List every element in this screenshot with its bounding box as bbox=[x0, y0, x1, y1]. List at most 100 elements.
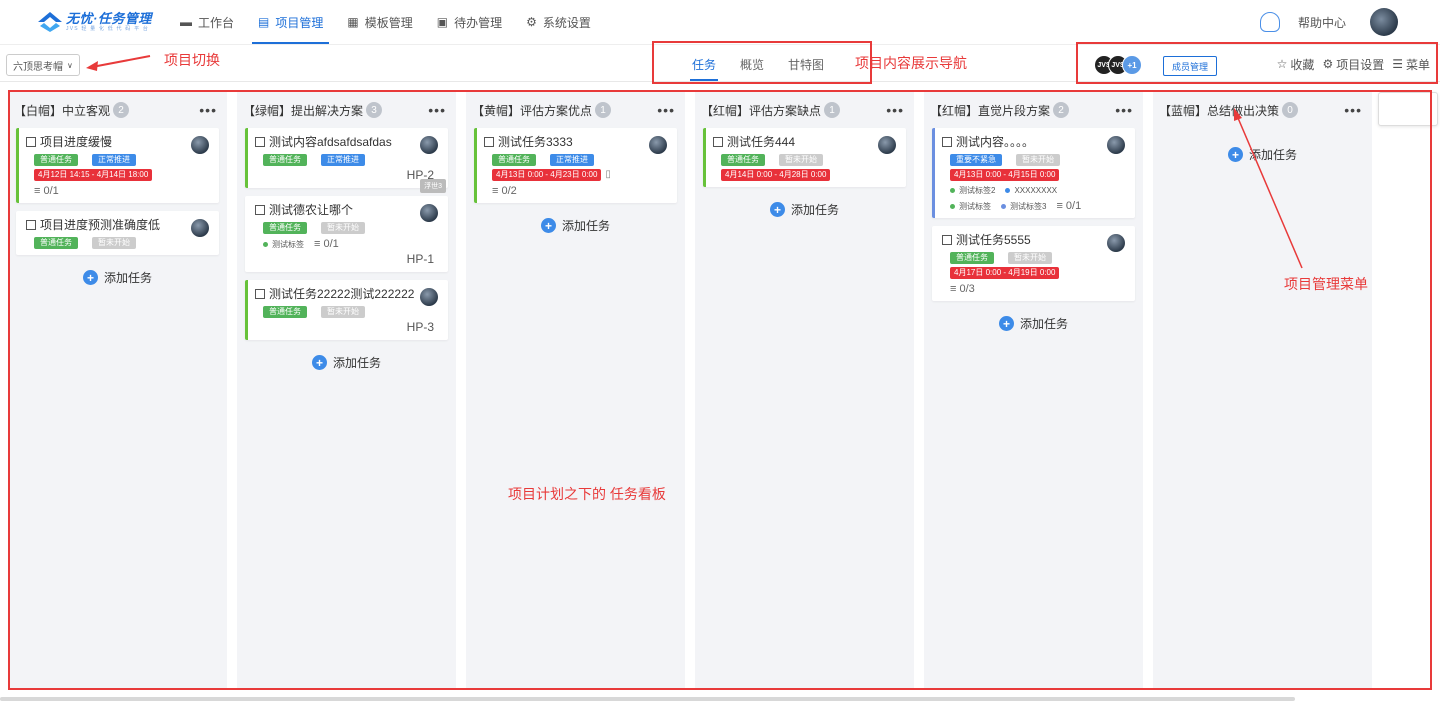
assignee-avatar[interactable] bbox=[420, 204, 438, 222]
more-icon[interactable]: ••• bbox=[1344, 102, 1362, 118]
board-column: 【红帽】评估方案缺点 1 ••• 测试任务444 普通任务 暂未开始 4月14日 … bbox=[695, 92, 914, 688]
nav-system-settings[interactable]: ⚙ 系统设置 bbox=[514, 0, 603, 44]
logo-title: 无忧·任务管理 bbox=[66, 11, 152, 26]
member-avatars[interactable]: JVS JVS +1 bbox=[1094, 55, 1142, 75]
task-card[interactable]: 测试任务5555 普通任务 暂未开始 4月17日 0:00 - 4月19日 0:… bbox=[932, 226, 1135, 301]
tab-tasks[interactable]: 任务 bbox=[680, 45, 728, 83]
task-card[interactable]: 测试任务444 普通任务 暂未开始 4月14日 0:00 - 4月28日 0:0… bbox=[703, 128, 906, 187]
label-tag: 测试标签 bbox=[263, 239, 304, 250]
add-task-button[interactable]: + 添加任务 bbox=[1153, 146, 1372, 163]
task-checkbox[interactable] bbox=[255, 289, 265, 299]
more-icon[interactable]: ••• bbox=[199, 102, 217, 118]
task-card[interactable]: 测试内容afdsafdsafdas 普通任务 正常推进 HP-2 bbox=[245, 128, 448, 188]
side-panel-edge[interactable] bbox=[1378, 92, 1438, 126]
task-checkbox[interactable] bbox=[713, 137, 723, 147]
status-tag: 暂未开始 bbox=[1016, 154, 1060, 166]
annotation-project-switch: 项目切换 bbox=[164, 52, 220, 68]
add-task-button[interactable]: + 添加任务 bbox=[924, 315, 1143, 332]
gear-icon: ⚙ bbox=[526, 15, 537, 29]
task-card[interactable]: 项目进度预测准确度低 普通任务 暂未开始 bbox=[16, 211, 219, 255]
more-icon[interactable]: ••• bbox=[1115, 102, 1133, 118]
annotation-content-nav: 项目内容展示导航 bbox=[855, 55, 967, 71]
column-count: 0 bbox=[1282, 102, 1299, 118]
tab-gantt[interactable]: 甘特图 bbox=[776, 45, 836, 83]
assignee-avatar[interactable] bbox=[191, 136, 209, 154]
board-column: 【白帽】中立客观 2 ••• 项目进度缓慢 普通任务 正常推进 4月12日 14:… bbox=[8, 92, 227, 688]
task-code: HP-2 bbox=[406, 168, 434, 182]
task-checkbox[interactable] bbox=[942, 235, 952, 245]
assignee-avatar[interactable] bbox=[649, 136, 667, 154]
assignee-avatar[interactable] bbox=[1107, 136, 1125, 154]
help-center-link[interactable]: 帮助中心 bbox=[1298, 14, 1346, 31]
user-avatar[interactable] bbox=[1370, 8, 1398, 36]
task-code: HP-1 bbox=[406, 252, 434, 266]
column-count: 2 bbox=[1053, 102, 1070, 118]
date-range-tag: 4月14日 0:00 - 4月28日 0:00 bbox=[721, 169, 831, 181]
task-card[interactable]: 测试内容。。。。 重要不紧急 暂未开始 4月13日 0:00 - 4月15日 0… bbox=[932, 128, 1135, 218]
board-column: 【红帽】直觉片段方案 2 ••• 测试内容。。。。 重要不紧急 暂未开始 4月13… bbox=[924, 92, 1143, 688]
project-settings-button[interactable]: ⚙ 项目设置 bbox=[1322, 56, 1384, 73]
assignee-avatar[interactable] bbox=[420, 136, 438, 154]
nav-todo-management[interactable]: ▣ 待办管理 bbox=[425, 0, 514, 44]
task-checkbox[interactable] bbox=[255, 205, 265, 215]
subtask-count: ≡ 0/1 bbox=[314, 238, 339, 250]
type-tag: 普通任务 bbox=[950, 252, 994, 264]
task-card[interactable]: 浮世3 测试德农让哪个 普通任务 暂未开始 测试标签 ≡ 0/1 HP-1 bbox=[245, 179, 448, 272]
more-icon[interactable]: ••• bbox=[657, 102, 675, 118]
chevron-down-icon: ∨ bbox=[67, 60, 73, 70]
board-column: 【蓝帽】总结做出决策 0 ••• + 添加任务 bbox=[1153, 92, 1372, 688]
assignee-avatar[interactable] bbox=[1107, 234, 1125, 252]
board-column: 【黄帽】评估方案优点 1 ••• 测试任务3333 普通任务 正常推进 4月13日… bbox=[466, 92, 685, 688]
top-navbar: 无忧·任务管理 JVS 轻 量 化 低 代 码 平 台 ▬ 工作台 ▤ 项目管理 ▦… bbox=[0, 0, 1440, 44]
gear-icon: ⚙ bbox=[1322, 57, 1334, 71]
plus-icon: + bbox=[769, 202, 785, 217]
grid-icon: ▦ bbox=[347, 15, 359, 29]
project-switch-dropdown[interactable]: 六顶思考帽 ∨ bbox=[6, 54, 80, 76]
plus-icon: + bbox=[540, 218, 556, 233]
menu-button[interactable]: ☰ 菜单 bbox=[1392, 56, 1430, 73]
nav-workbench[interactable]: ▬ 工作台 bbox=[168, 0, 246, 44]
assignee-avatar[interactable] bbox=[420, 288, 438, 306]
type-tag: 普通任务 bbox=[263, 306, 307, 318]
more-icon[interactable]: ••• bbox=[428, 102, 446, 118]
logo-icon bbox=[38, 12, 62, 32]
column-title: 【红帽】直觉片段方案 bbox=[930, 103, 1051, 118]
horizontal-scrollbar[interactable] bbox=[0, 697, 1295, 701]
calendar-icon: ▣ bbox=[436, 15, 449, 29]
label-tag: XXXXXXXX bbox=[1005, 186, 1057, 195]
task-title: 测试内容。。。。 bbox=[956, 135, 1035, 149]
add-task-button[interactable]: + 添加任务 bbox=[466, 217, 685, 234]
bell-icon[interactable] bbox=[1259, 12, 1280, 32]
date-range-tag: 4月12日 14:15 - 4月14日 18:00 bbox=[34, 169, 153, 181]
nav-template-management[interactable]: ▦ 模板管理 bbox=[335, 0, 424, 44]
task-title: 测试任务3333 bbox=[498, 135, 573, 149]
add-task-button[interactable]: + 添加任务 bbox=[237, 354, 456, 371]
add-task-button[interactable]: + 添加任务 bbox=[8, 269, 227, 286]
add-task-button[interactable]: + 添加任务 bbox=[695, 201, 914, 218]
nav-project-management[interactable]: ▤ 项目管理 bbox=[246, 0, 335, 44]
tab-overview[interactable]: 概览 bbox=[728, 45, 776, 83]
task-checkbox[interactable] bbox=[26, 137, 36, 147]
task-card[interactable]: 测试任务3333 普通任务 正常推进 4月13日 0:00 - 4月23日 0:… bbox=[474, 128, 677, 203]
app-logo[interactable]: 无忧·任务管理 JVS 轻 量 化 低 代 码 平 台 bbox=[38, 12, 152, 32]
task-checkbox[interactable] bbox=[26, 220, 36, 230]
task-checkbox[interactable] bbox=[484, 137, 494, 147]
subtask-count: ≡ 0/3 bbox=[950, 283, 975, 295]
assignee-avatar[interactable] bbox=[878, 136, 896, 154]
task-card[interactable]: 测试任务22222测试222222 普通任务 暂未开始 HP-3 bbox=[245, 280, 448, 340]
assignee-avatar[interactable] bbox=[191, 219, 209, 237]
task-title: 测试内容afdsafdsafdas bbox=[269, 135, 392, 149]
member-management-button[interactable]: 成员管理 bbox=[1163, 56, 1218, 76]
task-checkbox[interactable] bbox=[942, 137, 952, 147]
board-column: 【绿帽】提出解决方案 3 ••• 测试内容afdsafdsafdas 普通任务 正… bbox=[237, 92, 456, 688]
status-tag: 暂未开始 bbox=[92, 237, 136, 249]
task-checkbox[interactable] bbox=[255, 137, 265, 147]
content-tabs: 任务 概览 甘特图 bbox=[680, 45, 836, 83]
more-members-badge[interactable]: +1 bbox=[1122, 55, 1142, 75]
task-card[interactable]: 项目进度缓慢 普通任务 正常推进 4月12日 14:15 - 4月14日 18:… bbox=[16, 128, 219, 203]
more-icon[interactable]: ••• bbox=[886, 102, 904, 118]
date-range-tag: 4月13日 0:00 - 4月23日 0:00 bbox=[492, 169, 602, 181]
task-title: 项目进度预测准确度低 bbox=[40, 218, 161, 232]
favorite-button[interactable]: ☆ 收藏 bbox=[1277, 56, 1315, 73]
column-title: 【黄帽】评估方案优点 bbox=[472, 103, 593, 118]
